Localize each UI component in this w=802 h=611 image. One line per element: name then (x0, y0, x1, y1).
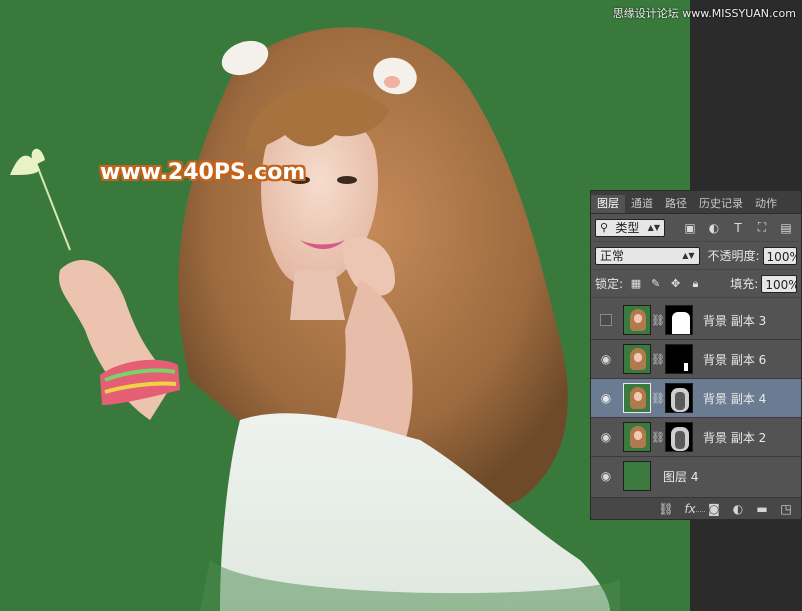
eye-icon: ◉ (600, 391, 612, 405)
visibility-toggle[interactable] (595, 310, 617, 330)
link-icon[interactable]: ⛓ (657, 502, 675, 516)
layer-row-background-copy-2[interactable]: ◉ ⛓ 背景 副本 2 (591, 418, 801, 457)
new-layer-icon[interactable]: ◳ (777, 502, 795, 516)
layer-filter-row: ⚲ 类型 ▲▼ ▣ ◐ T ⛶ ▤ (591, 214, 801, 242)
tab-paths[interactable]: 路径 (659, 195, 693, 213)
fill-input[interactable]: 100% (761, 274, 797, 293)
chevron-updown-icon: ▲▼ (682, 250, 695, 260)
layer-mask-thumbnail[interactable] (665, 383, 693, 413)
layer-row-background-copy-3[interactable]: ⛓ 背景 副本 3 (591, 301, 801, 340)
visibility-toggle[interactable]: ◉ (595, 427, 617, 447)
shape-filter-icon[interactable]: ⛶ (753, 220, 771, 236)
folder-icon[interactable]: ▬ (753, 502, 771, 516)
smart-object-filter-icon[interactable]: ▤ (777, 220, 795, 236)
opacity-input[interactable]: 100% (762, 246, 797, 265)
layer-row-background-copy-4[interactable]: ◉ ⛓ 背景 副本 4 (591, 379, 801, 418)
panel-resize-grip[interactable] (689, 511, 705, 516)
lock-transparent-icon[interactable]: ▦ (629, 277, 643, 291)
layer-mask-thumbnail[interactable] (665, 305, 693, 335)
lock-row: 锁定: ▦ ✎ ✥ 🔒︎ 填充: 100% (591, 270, 801, 298)
watermark-text: www.240PS.com (100, 160, 306, 185)
tab-layers[interactable]: 图层 (591, 195, 625, 213)
mask-link-icon[interactable]: ⛓ (651, 431, 665, 444)
layer-name: 图层 4 (663, 469, 699, 484)
layer-name: 背景 副本 3 (703, 313, 767, 328)
adjustment-filter-icon[interactable]: ◐ (705, 220, 723, 236)
layer-list: ⛓ 背景 副本 3 ◉ ⛓ 背景 副本 6 ◉ ⛓ 背景 副本 4 ◉ ⛓ 背景… (591, 301, 801, 491)
layer-mask-thumbnail[interactable] (665, 422, 693, 452)
opacity-label: 不透明度: (707, 249, 760, 263)
visibility-toggle[interactable]: ◉ (595, 349, 617, 369)
layers-panel: 图层 通道 路径 历史记录 动作 ⚲ 类型 ▲▼ ▣ ◐ T ⛶ ▤ 正常 ▲▼… (590, 190, 802, 520)
layer-row-layer-4[interactable]: ◉ 图层 4 (591, 457, 801, 491)
chevron-updown-icon: ▲▼ (647, 222, 660, 232)
mask-icon[interactable]: ◙ (705, 502, 723, 516)
tab-actions[interactable]: 动作 (749, 195, 783, 213)
blend-mode-value: 正常 (600, 248, 625, 263)
visibility-off-icon (600, 314, 612, 326)
layer-row-background-copy-6[interactable]: ◉ ⛓ 背景 副本 6 (591, 340, 801, 379)
lock-label: 锁定: (595, 277, 624, 291)
site-credit-watermark: 思缘设计论坛 www.MISSYUAN.com (612, 7, 796, 20)
layer-name: 背景 副本 6 (703, 352, 767, 367)
tab-channels[interactable]: 通道 (625, 195, 659, 213)
lock-position-icon[interactable]: ✥ (669, 277, 683, 291)
eye-icon: ◉ (600, 352, 612, 366)
layer-thumbnail (623, 422, 651, 452)
adjustment-icon[interactable]: ◐ (729, 502, 747, 516)
layer-name: 背景 副本 2 (703, 430, 767, 445)
lock-image-icon[interactable]: ✎ (649, 277, 663, 291)
layer-thumbnail (623, 305, 651, 335)
eye-icon: ◉ (600, 469, 612, 483)
fill-label: 填充: (730, 277, 759, 291)
layer-mask-thumbnail[interactable] (665, 344, 693, 374)
mask-link-icon[interactable]: ⛓ (651, 392, 665, 405)
type-filter-icon[interactable]: T (729, 220, 747, 236)
visibility-toggle[interactable]: ◉ (595, 388, 617, 408)
lock-all-icon[interactable]: 🔒︎ (688, 277, 702, 291)
layer-filter-select[interactable]: ⚲ 类型 ▲▼ (595, 218, 665, 237)
layer-filter-label: 类型 (615, 220, 640, 235)
eye-icon: ◉ (600, 430, 612, 444)
layers-panel-footer: ⛓ fx ◙ ◐ ▬ ◳ (591, 497, 801, 519)
layer-thumbnail (623, 344, 651, 374)
layer-name: 背景 副本 4 (703, 391, 767, 406)
image-filter-icon[interactable]: ▣ (681, 220, 699, 236)
blend-mode-row: 正常 ▲▼ 不透明度: 100% (591, 242, 801, 270)
mask-link-icon[interactable]: ⛓ (651, 314, 665, 327)
mask-link-icon[interactable]: ⛓ (651, 353, 665, 366)
tab-history[interactable]: 历史记录 (693, 195, 749, 213)
blend-mode-select[interactable]: 正常 ▲▼ (595, 246, 700, 265)
visibility-toggle[interactable]: ◉ (595, 466, 617, 486)
layer-thumbnail (623, 383, 651, 413)
search-icon: ⚲ (600, 220, 609, 234)
layer-thumbnail (623, 461, 651, 491)
panel-tab-bar: 图层 通道 路径 历史记录 动作 (591, 191, 801, 214)
